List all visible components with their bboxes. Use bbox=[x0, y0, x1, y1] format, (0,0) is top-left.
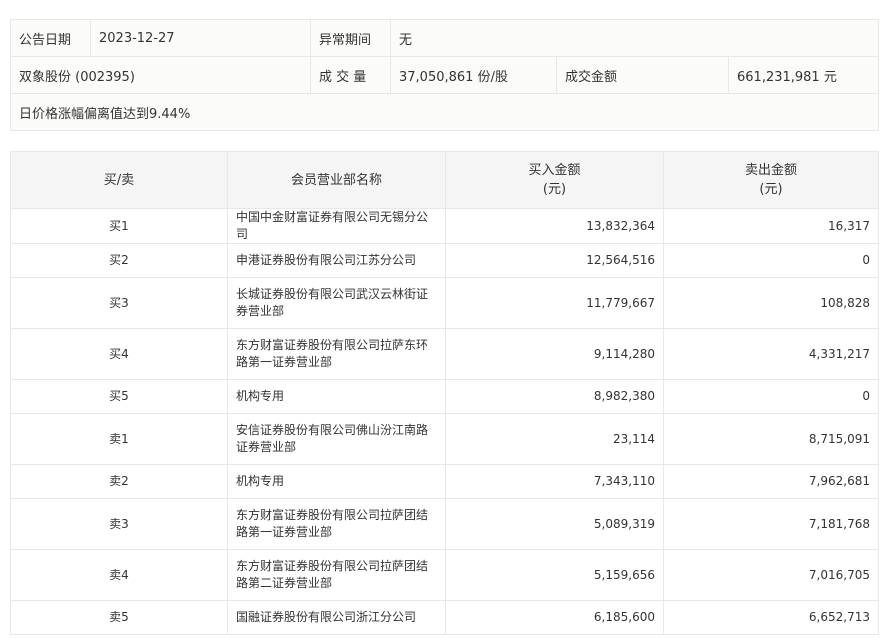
header-buy: 买入金额 (元) bbox=[445, 151, 664, 209]
broker-name-cell: 东方财富证券股份有限公司拉萨东环路第一证券营业部 bbox=[227, 328, 446, 380]
side-cell: 卖3 bbox=[10, 498, 228, 550]
side-cell: 买3 bbox=[10, 277, 228, 329]
sell-amount-cell: 6,652,713 bbox=[663, 600, 879, 635]
date-label: 公告日期 bbox=[10, 19, 91, 57]
table-row: 买5 机构专用 8,982,380 0 bbox=[10, 379, 879, 414]
side-cell: 卖2 bbox=[10, 464, 228, 499]
side-cell: 卖4 bbox=[10, 549, 228, 601]
buy-amount-cell: 9,114,280 bbox=[445, 328, 664, 380]
table-row: 买2 申港证券股份有限公司江苏分公司 12,564,516 0 bbox=[10, 243, 879, 278]
volume-label: 成 交 量 bbox=[310, 56, 391, 94]
broker-trades-table: 买/卖 会员营业部名称 买入金额 (元) 卖出金额 (元) 买1 中国中金财富证券有限… bbox=[10, 151, 879, 635]
side-cell: 买2 bbox=[10, 243, 228, 278]
date-value: 2023-12-27 bbox=[90, 19, 311, 57]
buy-amount-cell: 6,185,600 bbox=[445, 600, 664, 635]
side-cell: 买1 bbox=[10, 208, 228, 244]
buy-amount-cell: 5,159,656 bbox=[445, 549, 664, 601]
broker-name-cell: 申港证券股份有限公司江苏分公司 bbox=[227, 243, 446, 278]
table-row: 卖2 机构专用 7,343,110 7,962,681 bbox=[10, 464, 879, 499]
side-cell: 买5 bbox=[10, 379, 228, 414]
buy-amount-cell: 12,564,516 bbox=[445, 243, 664, 278]
broker-name-cell: 机构专用 bbox=[227, 379, 446, 414]
volume-value: 37,050,861 份/股 bbox=[390, 56, 557, 94]
period-value: 无 bbox=[389, 19, 880, 57]
broker-name-cell: 东方财富证券股份有限公司拉萨团结路第一证券营业部 bbox=[227, 498, 446, 550]
buy-amount-cell: 23,114 bbox=[445, 413, 664, 465]
side-cell: 卖1 bbox=[10, 413, 228, 465]
announcement-info-table: 公告日期 2023-12-27 异常期间 无 双象股份 (002395) 成 交… bbox=[9, 19, 880, 131]
table-row: 卖5 国融证券股份有限公司浙江分公司 6,185,600 6,652,713 bbox=[10, 600, 879, 635]
sell-amount-cell: 4,331,217 bbox=[663, 328, 879, 380]
amount-value: 661,231,981 元 bbox=[727, 56, 880, 94]
sell-amount-cell: 0 bbox=[663, 379, 879, 414]
broker-name-cell: 中国中金财富证券有限公司无锡分公司 bbox=[227, 208, 446, 244]
header-side: 买/卖 bbox=[10, 151, 228, 209]
amount-label: 成交金额 bbox=[556, 56, 729, 94]
broker-name-cell: 安信证券股份有限公司佛山汾江南路证券营业部 bbox=[227, 413, 446, 465]
reason-text: 日价格涨幅偏离值达到9.44% bbox=[9, 93, 880, 131]
table-row: 买3 长城证券股份有限公司武汉云林街证券营业部 11,779,667 108,828 bbox=[10, 277, 879, 329]
header-sell: 卖出金额 (元) bbox=[663, 151, 879, 209]
broker-name-cell: 国融证券股份有限公司浙江分公司 bbox=[227, 600, 446, 635]
buy-amount-cell: 7,343,110 bbox=[445, 464, 664, 499]
sell-amount-cell: 108,828 bbox=[663, 277, 879, 329]
period-label: 异常期间 bbox=[310, 19, 391, 57]
sell-amount-cell: 7,016,705 bbox=[663, 549, 879, 601]
sell-amount-cell: 16,317 bbox=[663, 208, 879, 244]
sell-amount-cell: 7,181,768 bbox=[663, 498, 879, 550]
sell-amount-cell: 7,962,681 bbox=[663, 464, 879, 499]
stock-name: 双象股份 (002395) bbox=[10, 56, 311, 94]
broker-name-cell: 长城证券股份有限公司武汉云林街证券营业部 bbox=[227, 277, 446, 329]
buy-amount-cell: 13,832,364 bbox=[445, 208, 664, 244]
table-row: 卖4 东方财富证券股份有限公司拉萨团结路第二证券营业部 5,159,656 7,016… bbox=[10, 549, 879, 601]
sell-amount-cell: 8,715,091 bbox=[663, 413, 879, 465]
buy-amount-cell: 5,089,319 bbox=[445, 498, 664, 550]
table-row: 卖3 东方财富证券股份有限公司拉萨团结路第一证券营业部 5,089,319 7,181… bbox=[10, 498, 879, 550]
header-broker: 会员营业部名称 bbox=[227, 151, 446, 209]
sell-amount-cell: 0 bbox=[663, 243, 879, 278]
buy-amount-cell: 11,779,667 bbox=[445, 277, 664, 329]
buy-amount-cell: 8,982,380 bbox=[445, 379, 664, 414]
table-row: 买4 东方财富证券股份有限公司拉萨东环路第一证券营业部 9,114,280 4,331… bbox=[10, 328, 879, 380]
broker-name-cell: 东方财富证券股份有限公司拉萨团结路第二证券营业部 bbox=[227, 549, 446, 601]
table-row: 卖1 安信证券股份有限公司佛山汾江南路证券营业部 23,114 8,715,091 bbox=[10, 413, 879, 465]
broker-name-cell: 机构专用 bbox=[227, 464, 446, 499]
side-cell: 卖5 bbox=[10, 600, 228, 635]
table-row: 买1 中国中金财富证券有限公司无锡分公司 13,832,364 16,317 bbox=[10, 208, 879, 244]
side-cell: 买4 bbox=[10, 328, 228, 380]
